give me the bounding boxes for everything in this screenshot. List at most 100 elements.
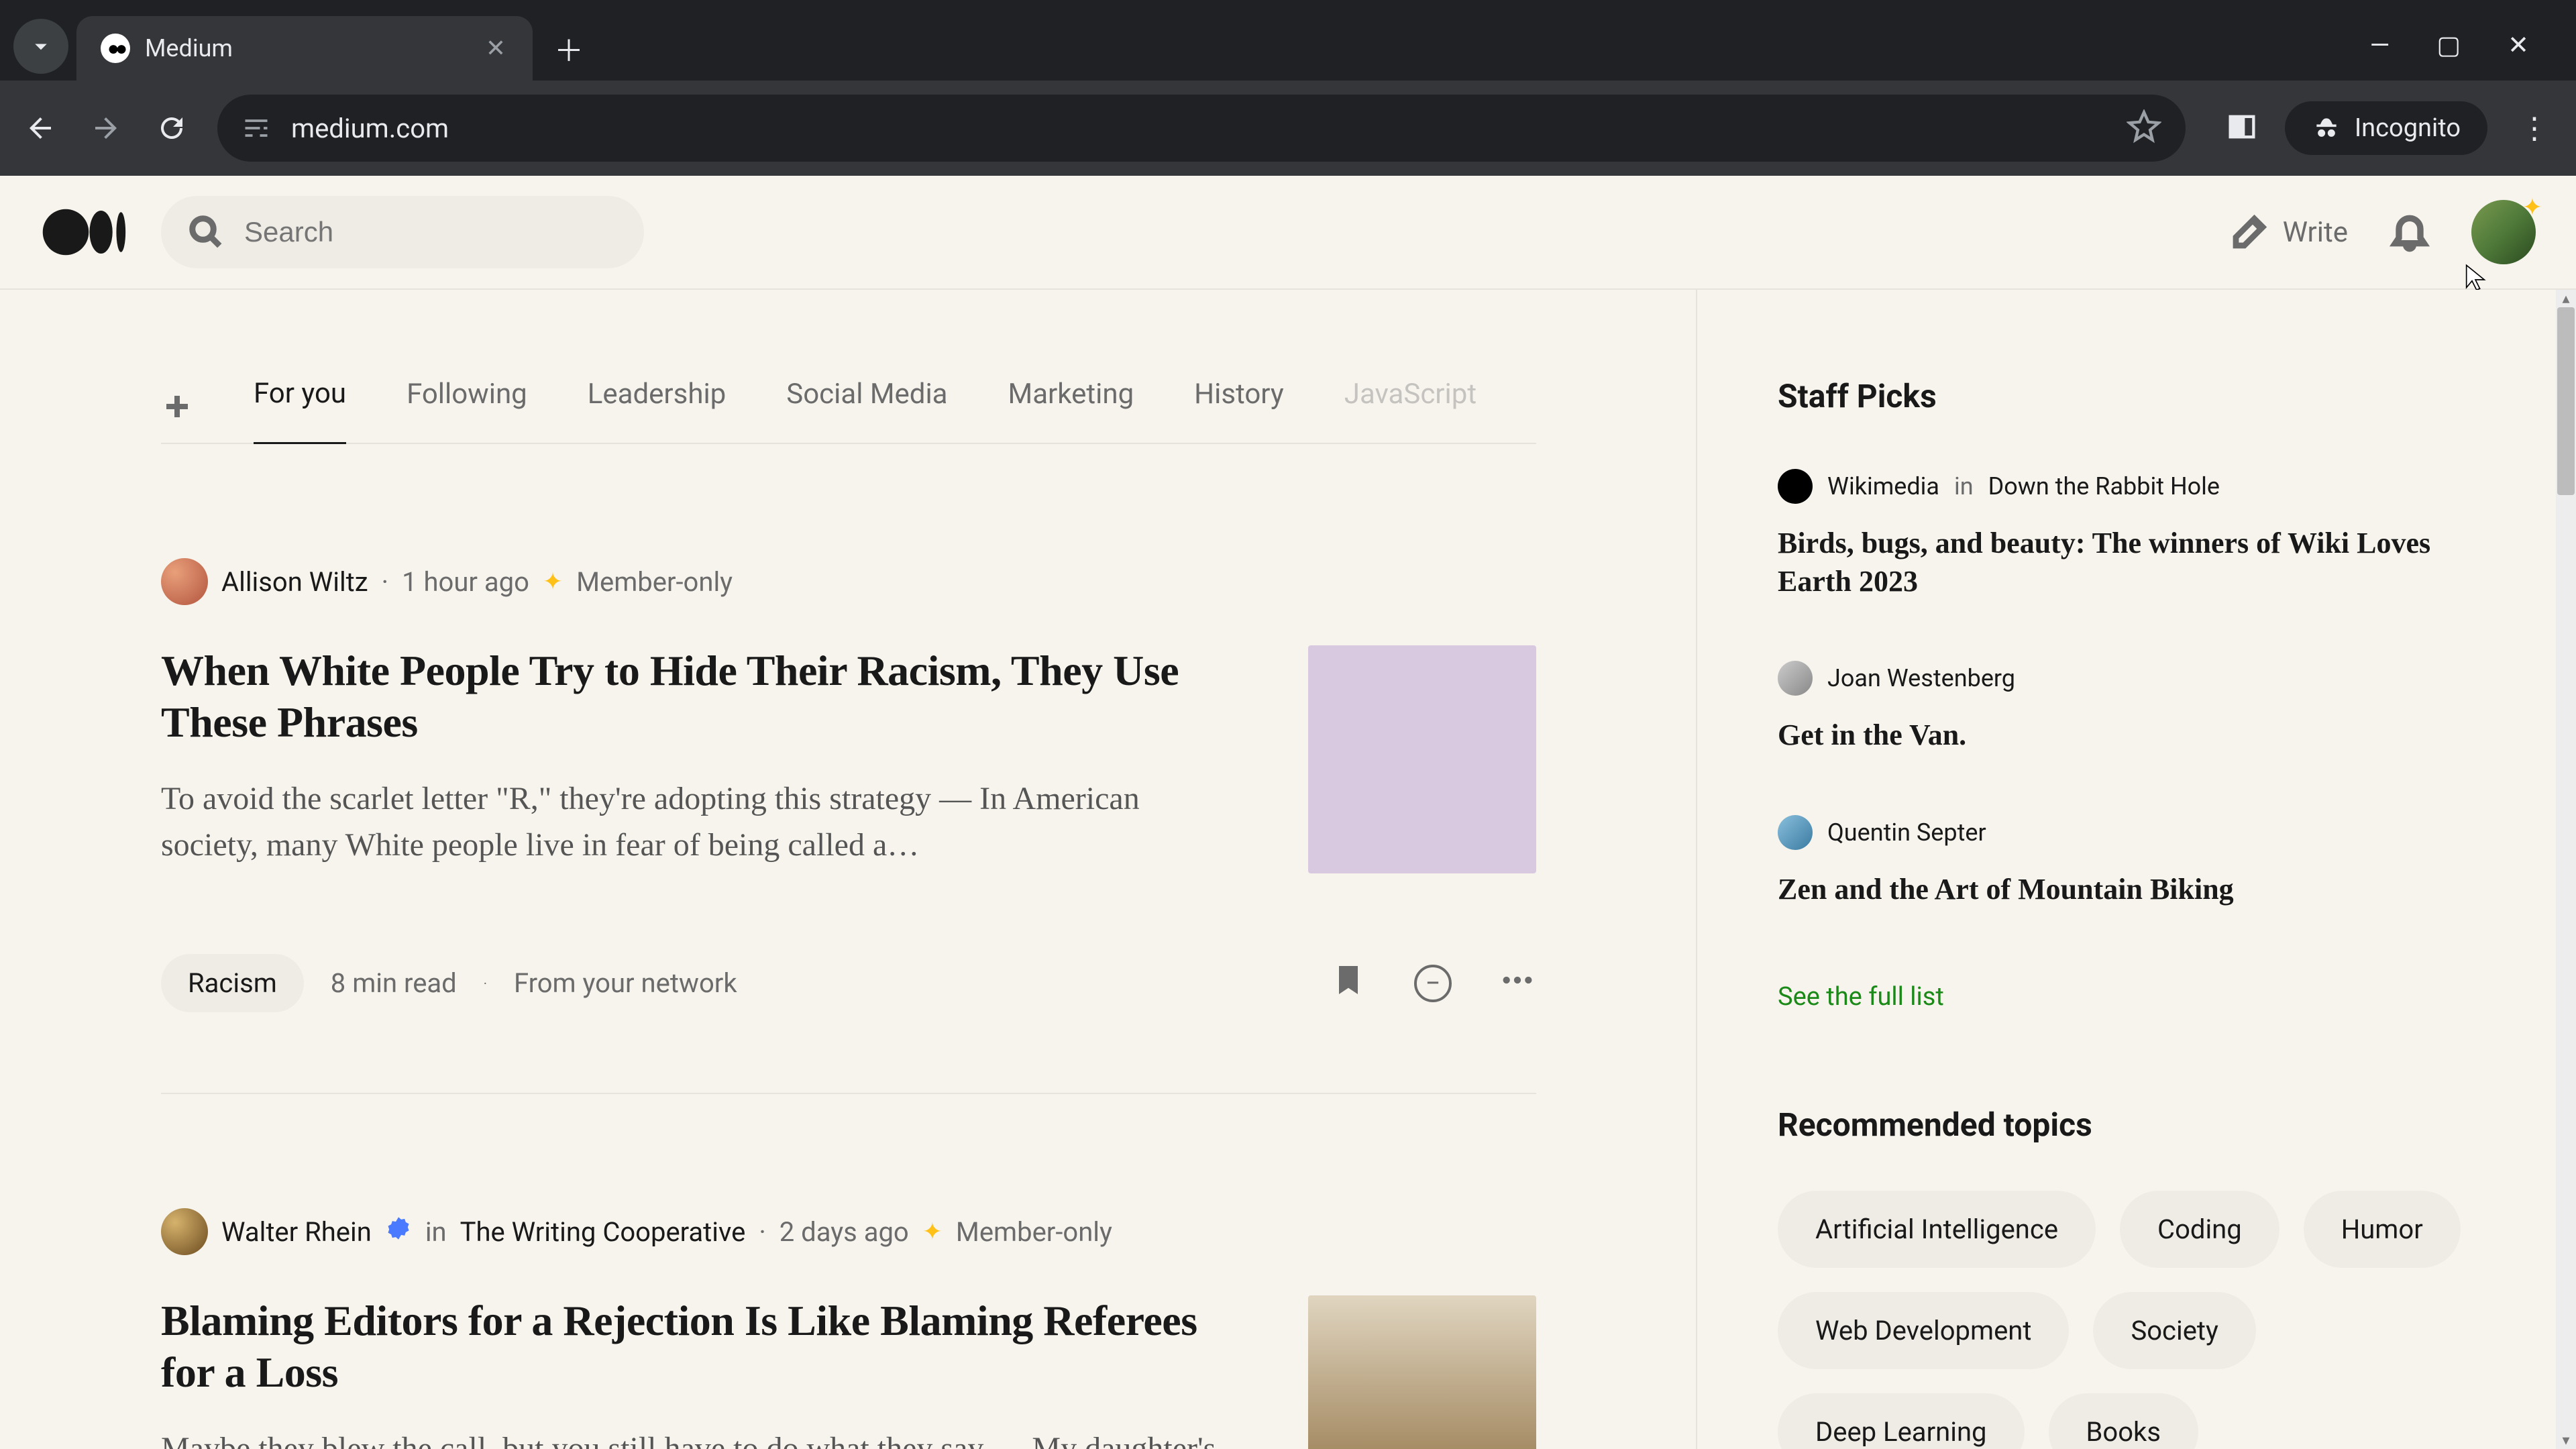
- topic-chip[interactable]: Artificial Intelligence: [1778, 1191, 2096, 1268]
- content-area: For you Following Leadership Social Medi…: [0, 290, 2576, 1449]
- minimize-button[interactable]: ―: [2370, 31, 2390, 60]
- show-less-button[interactable]: −: [1414, 965, 1452, 1002]
- tab-leadership[interactable]: Leadership: [588, 378, 727, 443]
- article-time: 2 days ago: [780, 1216, 909, 1248]
- pick-publication: Down the Rabbit Hole: [1988, 472, 2220, 500]
- topic-tabs: For you Following Leadership Social Medi…: [161, 290, 1536, 444]
- medium-logo[interactable]: [40, 205, 134, 259]
- verified-badge: [385, 1215, 412, 1248]
- sidebar: Staff Picks Wikimedia in Down the Rabbit…: [1697, 290, 2576, 1449]
- incognito-indicator[interactable]: Incognito: [2285, 101, 2487, 155]
- search-icon: [188, 214, 224, 250]
- bookmark-button[interactable]: [2127, 109, 2161, 147]
- scrollbar-track[interactable]: ▴ ▾: [2556, 290, 2576, 1449]
- publication-name[interactable]: The Writing Cooperative: [460, 1216, 746, 1248]
- bookmark-article-button[interactable]: [1330, 961, 1367, 1006]
- url-text: medium.com: [291, 113, 449, 144]
- staff-pick-item[interactable]: Wikimedia in Down the Rabbit Hole Birds,…: [1778, 469, 2496, 600]
- tune-icon: [241, 113, 271, 143]
- article-body[interactable]: When White People Try to Hide Their Raci…: [161, 645, 1536, 873]
- tab-marketing[interactable]: Marketing: [1008, 378, 1134, 443]
- add-topic-button[interactable]: [161, 390, 193, 430]
- article-byline: Allison Wiltz · 1 hour ago ✦ Member-only: [161, 558, 1536, 605]
- see-full-list-link[interactable]: See the full list: [1778, 982, 1944, 1012]
- topic-chip[interactable]: Humor: [2304, 1191, 2461, 1268]
- scrollbar-thumb[interactable]: [2557, 307, 2575, 495]
- tab-following[interactable]: Following: [407, 378, 527, 443]
- tabs-scroll-right[interactable]: [1476, 378, 1536, 419]
- forward-button[interactable]: [86, 108, 126, 148]
- staff-pick-item[interactable]: Quentin Septer Zen and the Art of Mounta…: [1778, 815, 2496, 908]
- tab-javascript[interactable]: JavaScript: [1344, 378, 1477, 443]
- staff-picks-heading: Staff Picks: [1778, 377, 2496, 415]
- topic-chip[interactable]: Deep Learning: [1778, 1393, 2025, 1449]
- profile-avatar[interactable]: [2471, 200, 2536, 264]
- author-avatar[interactable]: [161, 1208, 208, 1255]
- tab-for-you[interactable]: For you: [254, 377, 346, 444]
- tab-history[interactable]: History: [1194, 378, 1284, 443]
- tab-social-media[interactable]: Social Media: [786, 378, 947, 443]
- close-window-button[interactable]: ✕: [2508, 30, 2529, 60]
- topic-pill[interactable]: Racism: [161, 954, 304, 1012]
- incognito-label: Incognito: [2355, 113, 2461, 143]
- topic-chip[interactable]: Web Development: [1778, 1292, 2069, 1369]
- notifications-button[interactable]: [2388, 209, 2431, 255]
- member-only-label: Member-only: [956, 1216, 1112, 1248]
- tab-close-button[interactable]: ✕: [479, 30, 513, 66]
- new-tab-button[interactable]: ＋: [549, 28, 589, 68]
- pick-avatar: [1778, 469, 1813, 504]
- reload-button[interactable]: [152, 108, 192, 148]
- arrow-left-icon: [24, 112, 56, 144]
- write-icon: [2229, 212, 2269, 252]
- chrome-menu-button[interactable]: ⋮: [2513, 111, 2556, 146]
- search-box[interactable]: [161, 196, 644, 268]
- article-byline: Walter Rhein in The Writing Cooperative …: [161, 1208, 1536, 1255]
- write-label: Write: [2283, 216, 2348, 249]
- staff-pick-item[interactable]: Joan Westenberg Get in the Van.: [1778, 661, 2496, 754]
- topic-chip[interactable]: Society: [2093, 1292, 2255, 1369]
- tab-title: Medium: [145, 34, 464, 62]
- author-name[interactable]: Walter Rhein: [221, 1216, 372, 1248]
- page-body: Write For you Following Leadership Socia…: [0, 176, 2576, 1449]
- feed-column: For you Following Leadership Social Medi…: [0, 290, 1697, 1449]
- side-panel-button[interactable]: [2224, 109, 2259, 147]
- article-body[interactable]: Blaming Editors for a Rejection Is Like …: [161, 1295, 1536, 1449]
- topic-chip[interactable]: Coding: [2120, 1191, 2279, 1268]
- site-info-button[interactable]: [241, 113, 271, 143]
- plus-icon: [161, 390, 193, 423]
- article-card: Allison Wiltz · 1 hour ago ✦ Member-only…: [161, 444, 1536, 1094]
- in-word: in: [425, 1216, 447, 1248]
- tabs-dropdown-button[interactable]: [13, 19, 68, 74]
- article-more-button[interactable]: [1499, 961, 1536, 1006]
- column-divider: [1696, 290, 1697, 1449]
- browser-tab[interactable]: Medium ✕: [76, 16, 533, 80]
- arrow-right-icon: [90, 112, 122, 144]
- topic-chip[interactable]: Books: [2049, 1393, 2198, 1449]
- article-card: Walter Rhein in The Writing Cooperative …: [161, 1094, 1536, 1449]
- browser-chrome: Medium ✕ ＋ ― ▢ ✕ medium.com: [0, 0, 2576, 176]
- header-right: Write: [2229, 200, 2536, 264]
- byline-separator: ·: [382, 566, 388, 598]
- pick-avatar: [1778, 815, 1813, 850]
- address-bar[interactable]: medium.com: [217, 95, 2186, 162]
- write-button[interactable]: Write: [2229, 212, 2348, 252]
- search-input[interactable]: [244, 216, 617, 248]
- author-name[interactable]: Allison Wiltz: [221, 566, 368, 598]
- scrollbar-up[interactable]: ▴: [2556, 290, 2576, 307]
- pick-author: Wikimedia: [1827, 472, 1939, 500]
- maximize-button[interactable]: ▢: [2436, 30, 2461, 60]
- scrollbar-down[interactable]: ▾: [2556, 1432, 2576, 1449]
- author-avatar[interactable]: [161, 558, 208, 605]
- article-subtitle: Maybe they blew the call, but you still …: [161, 1426, 1228, 1449]
- back-button[interactable]: [20, 108, 60, 148]
- reload-icon: [156, 112, 188, 144]
- tab-favicon: [101, 34, 130, 63]
- article-subtitle: To avoid the scarlet letter "R," they're…: [161, 775, 1228, 869]
- bookmark-icon: [1330, 961, 1367, 999]
- article-title: When White People Try to Hide Their Raci…: [161, 645, 1228, 749]
- article-title: Blaming Editors for a Rejection Is Like …: [161, 1295, 1228, 1399]
- medium-logo-icon: [40, 205, 134, 259]
- chevron-down-icon: [27, 32, 55, 60]
- article-meta: Racism 8 min read · From your network −: [161, 954, 1536, 1012]
- mouse-cursor: [2462, 263, 2489, 290]
